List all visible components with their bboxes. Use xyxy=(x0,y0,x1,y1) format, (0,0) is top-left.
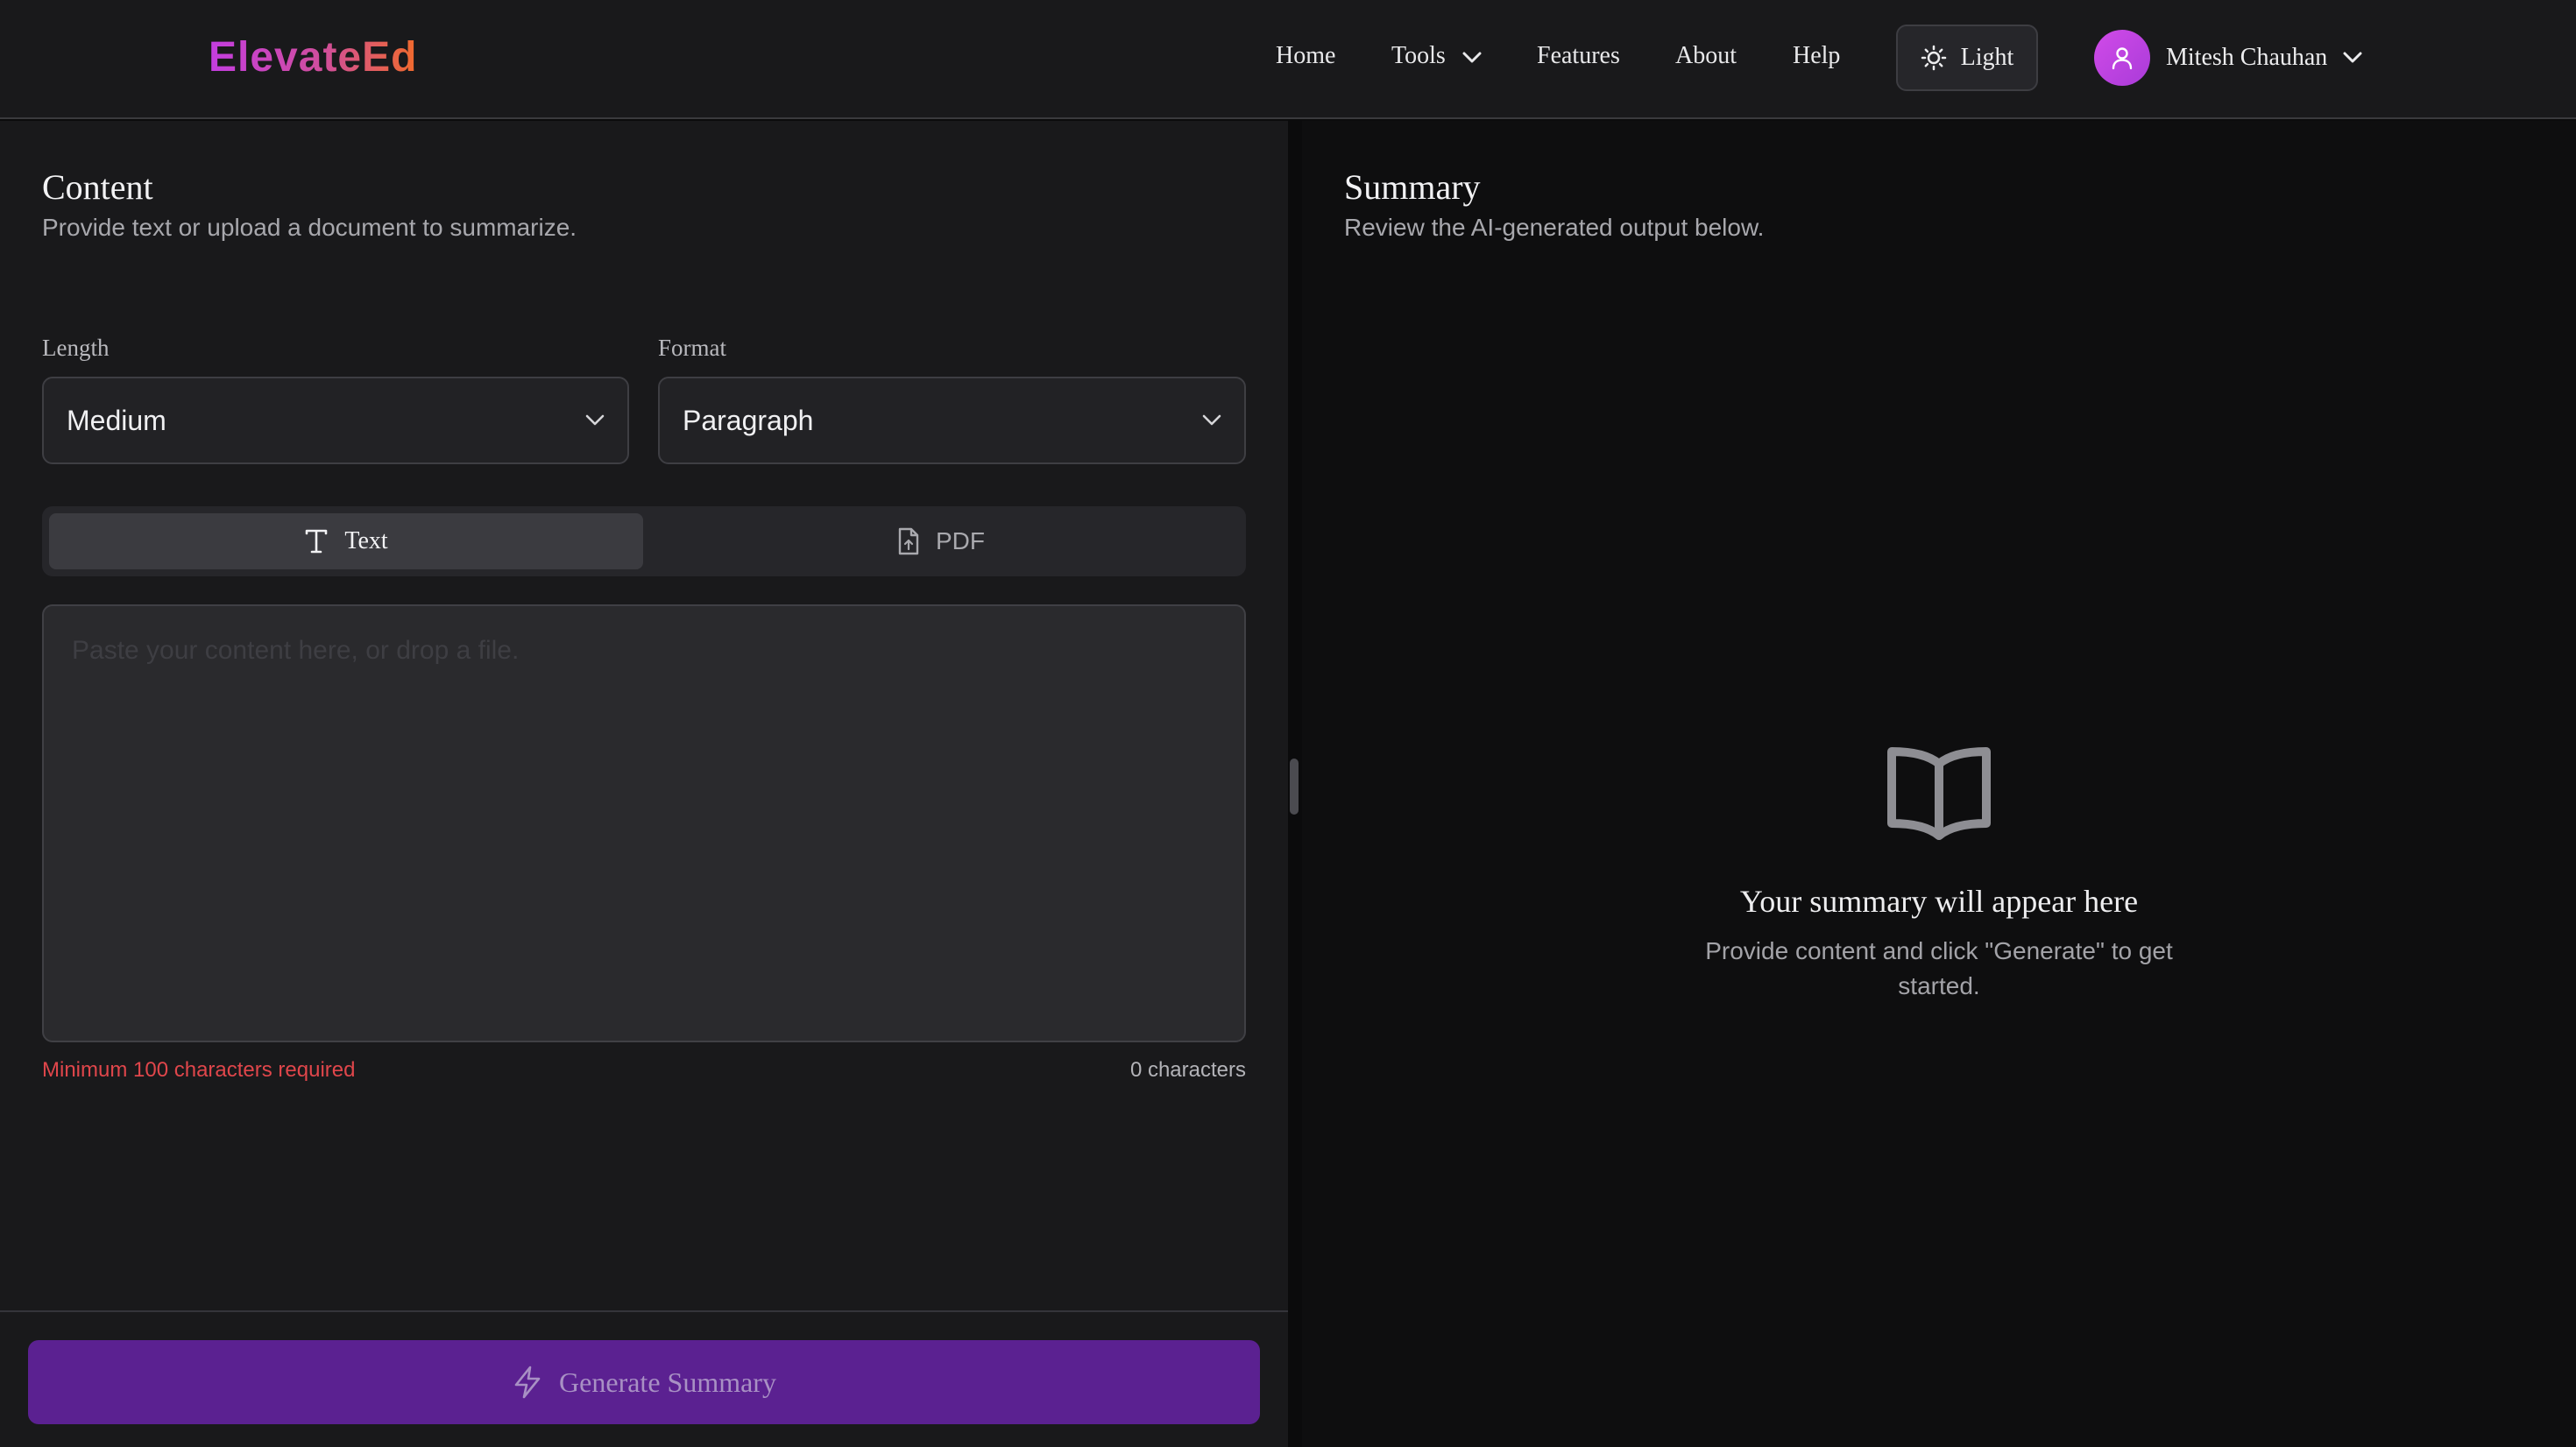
user-icon xyxy=(2112,47,2133,70)
nav-tools[interactable]: Tools xyxy=(1391,42,1482,70)
format-value: Paragraph xyxy=(683,404,814,436)
logo[interactable]: ElevateEd xyxy=(209,33,417,81)
theme-toggle-label: Light xyxy=(1960,44,2014,71)
sun-icon xyxy=(1921,45,1946,71)
input-mode-tabs: Text PDF xyxy=(42,506,1246,576)
text-icon xyxy=(306,529,328,554)
tab-text-label: Text xyxy=(344,527,388,554)
user-menu[interactable]: Mitesh Chauhan xyxy=(2094,30,2362,86)
format-label: Format xyxy=(658,335,726,361)
tab-pdf[interactable]: PDF xyxy=(643,513,1239,569)
top-nav-bar: ElevateEd Home Tools Features About Help… xyxy=(0,0,2576,119)
nav-features[interactable]: Features xyxy=(1537,42,1620,70)
footer-divider xyxy=(0,1310,1288,1312)
avatar xyxy=(2094,30,2150,86)
summary-empty-state: Your summary will appear here Provide co… xyxy=(1302,745,2576,1004)
summary-title: Summary xyxy=(1344,167,1481,207)
generate-summary-label: Generate Summary xyxy=(559,1366,776,1398)
validation-message: Minimum 100 characters required xyxy=(42,1058,356,1082)
generate-summary-button[interactable]: Generate Summary xyxy=(28,1340,1260,1424)
summary-subtitle: Review the AI-generated output below. xyxy=(1344,214,1765,241)
chevron-down-icon xyxy=(1202,414,1221,426)
content-subtitle: Provide text or upload a document to sum… xyxy=(42,214,577,241)
content-title: Content xyxy=(42,167,153,207)
tab-pdf-label: PDF xyxy=(936,527,985,554)
chevron-down-icon xyxy=(1462,52,1482,63)
chevron-down-icon xyxy=(585,414,605,426)
resize-handle[interactable] xyxy=(1290,759,1299,815)
nav-about[interactable]: About xyxy=(1675,42,1737,70)
theme-toggle-button[interactable]: Light xyxy=(1896,25,2038,91)
empty-state-title: Your summary will appear here xyxy=(1739,884,2139,919)
user-name: Mitesh Chauhan xyxy=(2166,44,2328,71)
file-icon xyxy=(898,527,919,555)
bolt-icon xyxy=(514,1366,541,1399)
nav-home[interactable]: Home xyxy=(1276,42,1335,70)
content-input[interactable] xyxy=(42,604,1246,1042)
length-select[interactable]: Medium xyxy=(42,377,629,464)
nav-tools-label: Tools xyxy=(1391,42,1446,69)
book-open-icon xyxy=(1887,747,1991,840)
length-value: Medium xyxy=(67,404,166,436)
format-select[interactable]: Paragraph xyxy=(658,377,1246,464)
empty-state-description: Provide content and click "Generate" to … xyxy=(1705,937,2173,999)
content-panel: Content Provide text or upload a documen… xyxy=(0,121,1288,1447)
chevron-down-icon xyxy=(2343,52,2362,63)
nav-help[interactable]: Help xyxy=(1793,42,1840,70)
length-label: Length xyxy=(42,335,110,361)
character-count: 0 characters xyxy=(1129,1058,1246,1082)
tab-text[interactable]: Text xyxy=(49,513,643,569)
